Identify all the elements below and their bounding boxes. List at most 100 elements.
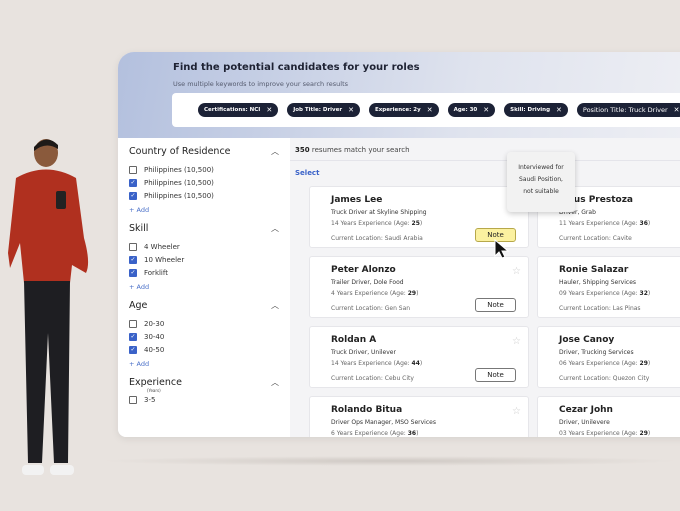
note-button[interactable]: Note (475, 298, 516, 312)
location-value: Gen San (384, 305, 411, 312)
tooltip-line: not suitable (523, 188, 559, 195)
checkbox[interactable] (129, 242, 137, 251)
select-link[interactable]: Select (295, 169, 319, 177)
close-icon[interactable]: ✕ (266, 106, 272, 114)
filter-chip[interactable]: Position Title: Truck Driver ✕ (576, 103, 680, 117)
age: 44 (411, 360, 420, 367)
tooltip-line: Interviewed for (518, 164, 564, 171)
checkbox[interactable] (129, 395, 137, 404)
candidate-location: Current Location: Quezon City (559, 375, 649, 382)
filter-chip[interactable]: Skill: Driving ✕ (504, 103, 568, 117)
filter-header[interactable]: Experience ︿ (129, 377, 279, 388)
filter-option-label: 40-50 (144, 345, 165, 354)
filter-option[interactable]: Philippines (10,500) (129, 163, 279, 176)
checkbox[interactable]: ✓ (129, 191, 137, 200)
location-value: Quezon City (612, 375, 650, 382)
exp-text: Years Experience (Age: (566, 290, 640, 297)
close-icon[interactable]: ✕ (556, 106, 562, 114)
checkbox[interactable]: ✓ (129, 345, 137, 354)
exp-text: Years Experience (Age: (334, 430, 408, 437)
age: 36 (639, 220, 648, 227)
filter-header[interactable]: Skill ︿ (129, 223, 279, 234)
filter-title: Experience (129, 377, 182, 388)
chevron-up-icon[interactable]: ︿ (271, 146, 279, 157)
note-button[interactable]: Note (475, 368, 516, 382)
presenter-figure (8, 139, 89, 475)
filter-option-label: Forklift (144, 268, 168, 277)
candidate-name[interactable]: Jose Canoy (559, 335, 614, 345)
exp-text: Years Experience (Age: (334, 290, 408, 297)
star-icon[interactable]: ☆ (512, 266, 521, 277)
filter-option[interactable]: 3-5 (129, 393, 279, 406)
candidate-name[interactable]: Cezar John (559, 405, 613, 415)
filter-option-label: 4 Wheeler (144, 242, 180, 251)
close-icon[interactable]: ✕ (483, 106, 489, 114)
candidate-card[interactable]: Jose Canoy Driver, Trucking Services 06 Ye… (537, 326, 680, 388)
filter-option[interactable]: ✓ 30-40 (129, 330, 279, 343)
search-bar[interactable]: Certifications: NCI ✕ Job Title: Driver ✕ Ex… (172, 93, 680, 127)
star-icon[interactable]: ☆ (512, 406, 521, 417)
chevron-up-icon[interactable]: ︿ (271, 300, 279, 311)
checkbox[interactable] (129, 165, 137, 174)
checkbox[interactable]: ✓ (129, 268, 137, 277)
filter-option-label: Philippines (10,500) (144, 165, 214, 174)
filter-option[interactable]: 20-30 (129, 317, 279, 330)
floor-shadow (100, 456, 680, 466)
candidate-location: Current Location: Cebu City (331, 375, 414, 382)
checkbox[interactable]: ✓ (129, 255, 137, 264)
filter-chip[interactable]: Certifications: NCI ✕ (198, 103, 279, 117)
checkbox[interactable]: ✓ (129, 332, 137, 341)
candidate-location: Current Location: Saudi Arabia (331, 235, 423, 242)
candidate-name[interactable]: Rolando Bitua (331, 405, 402, 415)
chevron-up-icon[interactable]: ︿ (271, 223, 279, 234)
location-prefix: Current Location: (331, 235, 385, 242)
candidate-name[interactable]: Peter Alonzo (331, 265, 396, 275)
checkbox[interactable] (129, 319, 137, 328)
years: 14 (331, 360, 339, 367)
add-filter-link[interactable]: + Add (129, 206, 279, 214)
candidate-role: Driver, Unilevere (559, 419, 610, 426)
years: 09 (559, 290, 567, 297)
filter-option[interactable]: ✓ 40-50 (129, 343, 279, 356)
age: 36 (407, 430, 417, 437)
filter-option[interactable]: ✓ 10 Wheeler (129, 253, 279, 266)
candidate-experience: 6 Years Experience (Age: 36) (331, 430, 419, 437)
filter-chip[interactable]: Age: 30 ✕ (447, 103, 496, 117)
candidate-card[interactable]: Cezar John Driver, Unilevere 03 Years Expe… (537, 396, 680, 437)
location-value: Cebu City (384, 375, 414, 382)
filter-header[interactable]: Country of Residence ︿ (129, 146, 279, 157)
candidate-experience: 06 Years Experience (Age: 29) (559, 360, 651, 367)
chip-label: Position Title: Truck Driver (582, 106, 668, 114)
add-filter-link[interactable]: + Add (129, 360, 279, 368)
candidate-name[interactable]: Ronie Salazar (559, 265, 628, 275)
candidate-card[interactable]: Ronie Salazar Hauler, Shipping Services 09… (537, 256, 680, 318)
chip-label: Age: 30 (453, 107, 478, 113)
candidate-location: Current Location: Gen San (331, 305, 410, 312)
filter-option-label: 10 Wheeler (144, 255, 185, 264)
location-prefix: Current Location: (559, 375, 613, 382)
location-prefix: Current Location: (331, 375, 385, 382)
add-filter-link[interactable]: + Add (129, 283, 279, 291)
candidate-card[interactable]: Peter Alonzo Trailer Driver, Dole Food 4 Y… (309, 256, 529, 318)
candidate-name[interactable]: James Lee (331, 195, 382, 205)
close-icon[interactable]: ✕ (348, 106, 354, 114)
candidate-card[interactable]: Rolando Bitua Driver Ops Manager, MSO Ser… (309, 396, 529, 437)
candidate-experience: 4 Years Experience (Age: 29) (331, 290, 419, 297)
location-prefix: Current Location: (331, 305, 385, 312)
filter-option[interactable]: 4 Wheeler (129, 240, 279, 253)
filter-chip[interactable]: Job Title: Driver ✕ (287, 103, 360, 117)
candidate-card[interactable]: Roldan A Truck Driver, Unilever 14 Years E… (309, 326, 529, 388)
filter-chip[interactable]: Experience: 2y ✕ (368, 103, 439, 117)
filter-option[interactable]: ✓ Philippines (10,500) (129, 176, 279, 189)
close-icon[interactable]: ✕ (674, 106, 680, 114)
filter-option[interactable]: ✓ Philippines (10,500) (129, 189, 279, 202)
candidate-location: Current Location: Cavite (559, 235, 632, 242)
search-header: Find the potential candidates for your r… (118, 52, 680, 138)
close-icon[interactable]: ✕ (427, 106, 433, 114)
candidate-name[interactable]: Roldan A (331, 335, 376, 345)
filter-option[interactable]: ✓ Forklift (129, 266, 279, 279)
chevron-up-icon[interactable]: ︿ (271, 377, 279, 388)
star-icon[interactable]: ☆ (512, 336, 521, 347)
checkbox[interactable]: ✓ (129, 178, 137, 187)
filter-header[interactable]: Age ︿ (129, 300, 279, 311)
